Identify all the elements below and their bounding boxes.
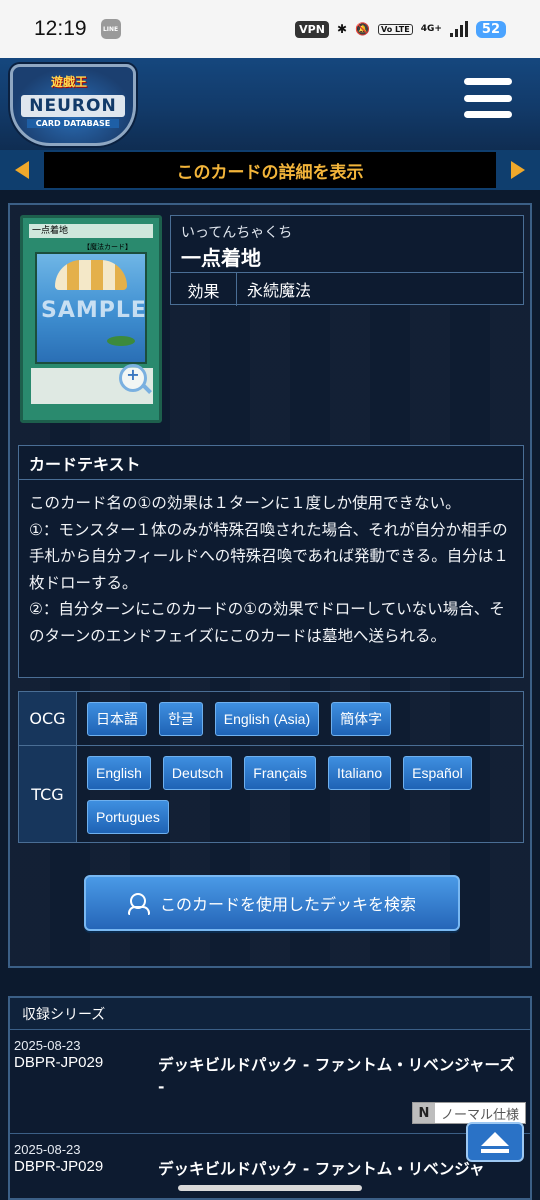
logo-main-text: NEURON [21, 95, 125, 117]
card-ruby: いってんちゃくち [181, 225, 293, 241]
ocg-label: OCG [19, 692, 77, 745]
tcg-buttons: English Deutsch Français Italiano Españo… [77, 746, 523, 842]
lang-button-es[interactable]: Español [403, 756, 472, 790]
vpn-icon: VPN [295, 20, 329, 38]
status-time: 12:19 [34, 17, 87, 40]
card-detail-panel: 一点着地 【魔法カード】 SAMPLE + いってんちゃくち 一点着地 効果 永… [8, 203, 532, 968]
card-image-type: 【魔法カード】 [83, 243, 132, 251]
card-artwork: SAMPLE [35, 252, 147, 364]
card-text-line: このカード名の①の効果は１ターンに１度しか使用できない。 [29, 494, 461, 512]
line-app-icon: LINE [100, 19, 121, 39]
logo-top-text: 遊戯王 [51, 75, 88, 89]
network-type: 4G+ [420, 24, 442, 34]
lang-button-en-asia[interactable]: English (Asia) [214, 702, 320, 736]
detail-nav-bar: このカードの詳細を表示 [0, 150, 540, 190]
attribute-value: 永続魔法 [247, 281, 312, 300]
card-text-body: このカード名の①の効果は１ターンに１度しか使用できない。 ①：モンスター１体のみ… [29, 490, 519, 649]
neuron-logo[interactable]: 遊戯王 NEURON CARD DATABASE [10, 64, 136, 146]
mute-icon: 🔕 [355, 22, 370, 36]
prev-arrow-icon[interactable] [0, 150, 44, 190]
card-image[interactable]: 一点着地 【魔法カード】 SAMPLE + [20, 215, 162, 423]
island-art [107, 336, 135, 346]
series-pack-name: デッキビルドパック - ファントム・リベンジャーズ - [158, 1056, 515, 1096]
tcg-label: TCG [19, 746, 77, 842]
card-text-heading: カードテキスト [19, 446, 523, 480]
card-text-line: ①：モンスター１体のみが特殊召喚された場合、それが自分か相手の手札から自分フィー… [29, 520, 509, 592]
rarity-name: ノーマル仕様 [440, 1107, 519, 1123]
deck-search-label: このカードを使用したデッキを検索 [159, 895, 416, 914]
signal-icon [449, 21, 468, 37]
language-table: OCG 日本語 한글 English (Asia) 簡体字 TCG Englis… [18, 691, 524, 843]
card-attribute-row: 効果 永続魔法 [171, 272, 523, 306]
status-bar: 12:19 LINE VPN ✱ 🔕 Vo LTE 4G+ 52 [0, 0, 540, 58]
card-name-box: いってんちゃくち 一点着地 効果 永続魔法 [170, 215, 524, 306]
user-search-icon [127, 892, 150, 915]
rarity-badge: N ノーマル仕様 [411, 1102, 526, 1124]
lang-button-it[interactable]: Italiano [327, 756, 392, 790]
parachute-art [55, 260, 127, 290]
card-text-line: ②：自分ターンにこのカードの①の効果でドローしていない場合、そのターンのエンドフ… [29, 600, 505, 645]
series-date: 2025-08-23 [14, 1038, 81, 1053]
lang-button-fr[interactable]: Français [244, 756, 316, 790]
series-section: 収録シリーズ 2025-08-23 DBPR-JP029 デッキビルドパック -… [8, 996, 532, 1200]
card-text-box: カードテキスト このカード名の①の効果は１ターンに１度しか使用できない。 ①：モ… [18, 445, 524, 678]
tcg-row: TCG English Deutsch Français Italiano Es… [19, 746, 523, 842]
zoom-in-icon[interactable]: + [119, 364, 147, 392]
series-card-code: DBPR-JP029 [14, 1054, 104, 1071]
card-image-name: 一点着地 [29, 224, 153, 238]
lang-button-ko[interactable]: 한글 [159, 702, 203, 736]
hamburger-menu-icon[interactable] [464, 78, 512, 118]
series-pack-name: デッキビルドパック - ファントム・リベンジャ [158, 1160, 485, 1178]
series-card-code: DBPR-JP029 [14, 1158, 104, 1175]
lang-button-en[interactable]: English [87, 756, 151, 790]
scroll-to-top-icon[interactable] [466, 1122, 524, 1162]
ocg-buttons: 日本語 한글 English (Asia) 簡体字 [77, 692, 523, 745]
battery-icon: 52 [475, 20, 506, 38]
next-arrow-icon[interactable] [496, 150, 540, 190]
rarity-mark: N [412, 1103, 435, 1123]
series-row[interactable]: 2025-08-23 DBPR-JP029 デッキビルドパック - ファントム・… [10, 1030, 530, 1134]
lang-button-de[interactable]: Deutsch [162, 756, 233, 790]
app-header: 遊戯王 NEURON CARD DATABASE [0, 58, 540, 150]
logo-sub-text: CARD DATABASE [27, 119, 119, 128]
volte-icon: Vo LTE [377, 23, 413, 35]
lang-button-zh[interactable]: 簡体字 [331, 702, 392, 736]
attribute-key: 効果 [171, 273, 237, 306]
series-date: 2025-08-23 [14, 1142, 81, 1157]
deck-search-button[interactable]: このカードを使用したデッキを検索 [84, 875, 460, 931]
lang-button-ja[interactable]: 日本語 [87, 702, 147, 736]
bluetooth-icon: ✱ [336, 22, 348, 36]
series-heading: 収録シリーズ [10, 998, 530, 1030]
lang-button-pt[interactable]: Portugues [87, 800, 169, 834]
card-name: 一点着地 [181, 246, 261, 270]
home-indicator[interactable] [178, 1185, 362, 1191]
ocg-row: OCG 日本語 한글 English (Asia) 簡体字 [19, 692, 523, 746]
sample-watermark: SAMPLE [41, 298, 147, 323]
detail-title: このカードの詳細を表示 [44, 152, 496, 188]
